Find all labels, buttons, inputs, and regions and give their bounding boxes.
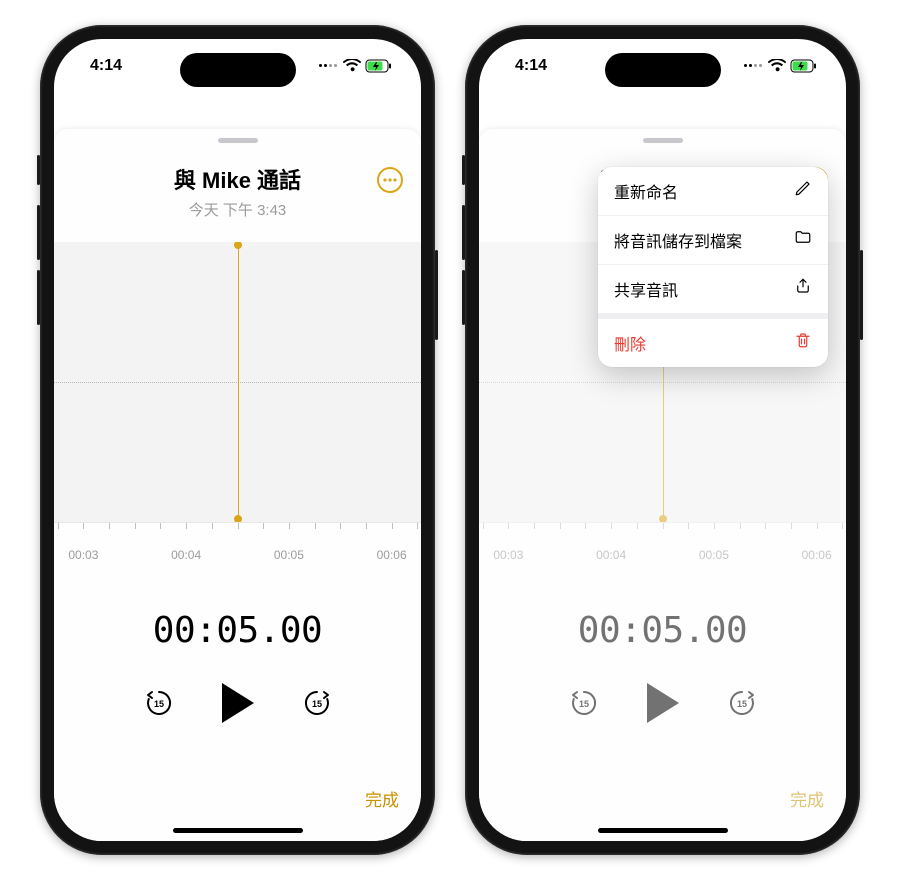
tick-label: 00:04 xyxy=(171,548,201,562)
more-button[interactable] xyxy=(377,167,403,193)
done-button[interactable]: 完成 xyxy=(365,786,399,811)
phone-frame-right: 4:14 與 Mike 通話 今天 下午 3:43 xyxy=(465,25,860,855)
svg-text:15: 15 xyxy=(311,699,321,709)
elapsed-time: 00:05.00 xyxy=(479,610,846,651)
wifi-icon xyxy=(343,59,361,72)
hw-volume-down xyxy=(462,270,465,325)
dynamic-island xyxy=(605,53,721,87)
status-time: 4:14 xyxy=(90,57,122,75)
menu-share-label: 共享音訊 xyxy=(614,277,678,301)
menu-save-label: 將音訊儲存到檔案 xyxy=(614,228,742,252)
sheet-grabber[interactable] xyxy=(643,138,683,143)
tick-label: 00:04 xyxy=(596,548,626,562)
sheet-grabber[interactable] xyxy=(218,138,258,143)
menu-rename[interactable]: 重新命名 xyxy=(598,167,828,215)
home-indicator[interactable] xyxy=(598,828,728,833)
hw-power-button xyxy=(860,250,863,340)
playhead[interactable] xyxy=(238,242,240,522)
tick-label: 00:03 xyxy=(68,548,98,562)
timeline-labels: 00:03 00:04 00:05 00:06 xyxy=(54,544,421,548)
dynamic-island xyxy=(180,53,296,87)
waveform-area[interactable] xyxy=(54,242,421,522)
recording-header: 與 Mike 通話 今天 下午 3:43 xyxy=(54,163,421,220)
status-time: 4:14 xyxy=(515,57,547,75)
more-popover: 重新命名 將音訊儲存到檔案 共享音訊 刪除 xyxy=(598,167,828,367)
skip-back-15-button[interactable]: 15 xyxy=(567,686,601,720)
cellular-signal-icon xyxy=(744,64,762,67)
menu-rename-label: 重新命名 xyxy=(614,179,678,203)
timeline-labels: 00:03 00:04 00:05 00:06 xyxy=(479,544,846,548)
svg-text:15: 15 xyxy=(736,699,746,709)
timeline-ticks xyxy=(479,522,846,544)
playback-controls: 15 15 xyxy=(479,681,846,725)
svg-text:15: 15 xyxy=(578,699,588,709)
recording-title: 與 Mike 通話 xyxy=(70,163,405,195)
home-indicator[interactable] xyxy=(173,828,303,833)
menu-delete-label: 刪除 xyxy=(614,331,646,355)
play-button[interactable] xyxy=(643,681,683,725)
trash-icon xyxy=(794,331,812,354)
skip-forward-15-button[interactable]: 15 xyxy=(300,686,334,720)
folder-icon xyxy=(794,228,812,251)
menu-save-to-files[interactable]: 將音訊儲存到檔案 xyxy=(598,215,828,264)
hw-mute-switch xyxy=(37,155,40,185)
pencil-icon xyxy=(794,179,812,202)
hw-volume-down xyxy=(37,270,40,325)
recording-subtitle: 今天 下午 3:43 xyxy=(70,199,405,220)
hw-mute-switch xyxy=(462,155,465,185)
tick-label: 00:03 xyxy=(493,548,523,562)
screen: 4:14 與 Mike 通話 今天 下午 3:43 xyxy=(54,39,421,841)
wifi-icon xyxy=(768,59,786,72)
share-icon xyxy=(794,277,812,300)
battery-charging-icon xyxy=(365,59,393,73)
play-button[interactable] xyxy=(218,681,258,725)
battery-charging-icon xyxy=(790,59,818,73)
screen: 4:14 與 Mike 通話 今天 下午 3:43 xyxy=(479,39,846,841)
menu-share[interactable]: 共享音訊 xyxy=(598,264,828,313)
hw-volume-up xyxy=(37,205,40,260)
hw-volume-up xyxy=(462,205,465,260)
recording-sheet: 與 Mike 通話 今天 下午 3:43 00 xyxy=(54,129,421,841)
svg-text:15: 15 xyxy=(153,699,163,709)
tick-label: 00:05 xyxy=(274,548,304,562)
cellular-signal-icon xyxy=(319,64,337,67)
elapsed-time: 00:05.00 xyxy=(54,610,421,651)
skip-back-15-button[interactable]: 15 xyxy=(142,686,176,720)
phone-frame-left: 4:14 與 Mike 通話 今天 下午 3:43 xyxy=(40,25,435,855)
menu-delete[interactable]: 刪除 xyxy=(598,319,828,367)
hw-power-button xyxy=(435,250,438,340)
tick-label: 00:06 xyxy=(377,548,407,562)
done-button[interactable]: 完成 xyxy=(790,786,824,811)
timeline-ticks xyxy=(54,522,421,544)
playback-controls: 15 15 xyxy=(54,681,421,725)
tick-label: 00:06 xyxy=(802,548,832,562)
tick-label: 00:05 xyxy=(699,548,729,562)
skip-forward-15-button[interactable]: 15 xyxy=(725,686,759,720)
